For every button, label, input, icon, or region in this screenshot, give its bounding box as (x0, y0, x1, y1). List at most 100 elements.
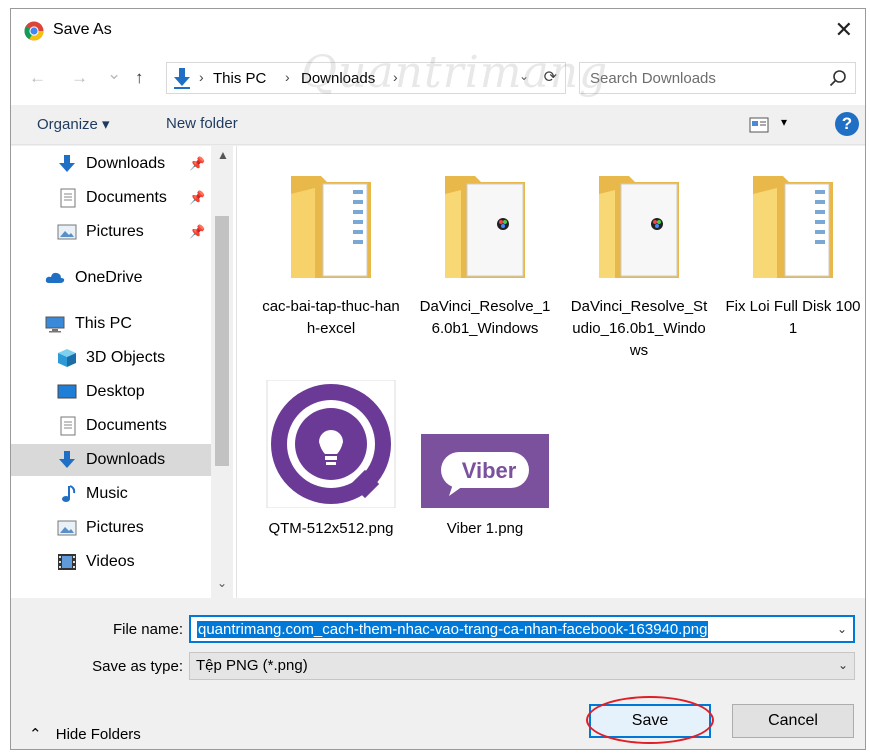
file-name-label: QTM-512x512.png (268, 520, 394, 537)
chevron-down-icon[interactable]: ⌄ (838, 658, 848, 672)
save-as-type-value: Tệp PNG (*.png) (196, 657, 308, 674)
sidebar-item-documents-quick[interactable]: Documents 📌 (11, 182, 211, 214)
sidebar-item-label: Documents (86, 417, 167, 434)
forward-arrow-icon[interactable]: → (71, 68, 88, 88)
breadcrumb-separator: › (285, 69, 290, 85)
pin-icon: 📌 (189, 156, 206, 171)
sidebar-item-videos[interactable]: Videos (11, 546, 211, 578)
sidebar-item-music[interactable]: Music (11, 478, 211, 510)
sidebar-item-documents[interactable]: Documents (11, 410, 211, 442)
close-icon[interactable]: ✕ (835, 19, 853, 41)
save-as-type-label: Save as type: (92, 658, 183, 675)
file-name-label: File name: (112, 621, 183, 638)
file-name-value: quantrimang.com_cach-them-nhac-vao-trang… (197, 621, 709, 638)
pin-icon: 📌 (189, 224, 206, 239)
search-box[interactable]: Search Downloads (579, 62, 856, 94)
download-arrow-icon (174, 68, 190, 89)
window-title: Save As (53, 21, 112, 38)
breadcrumb-separator: › (199, 69, 204, 85)
sidebar-item-downloads[interactable]: Downloads (11, 444, 211, 476)
recent-locations-icon[interactable]: ⌄ (107, 64, 121, 84)
file-item-folder[interactable]: Fix Loi Full Disk 100 1 (723, 166, 863, 340)
sidebar-item-label: Pictures (86, 519, 144, 536)
sidebar-item-pictures-quick[interactable]: Pictures 📌 (11, 216, 211, 248)
cube-icon (58, 349, 76, 367)
cancel-button[interactable]: Cancel (732, 704, 854, 738)
sidebar-item-label: Documents (86, 189, 167, 206)
sidebar-item-label: Downloads (86, 451, 166, 468)
up-arrow-icon[interactable]: ↑ (135, 68, 144, 88)
sidebar-item-desktop[interactable]: Desktop (11, 376, 211, 408)
file-item-image[interactable]: Viber Viber 1.png (415, 380, 555, 540)
pictures-icon (57, 224, 77, 240)
search-placeholder: Search Downloads (590, 70, 716, 87)
sidebar-item-label: Music (86, 485, 128, 502)
file-list: cac-bai-tap-thuc-hanh-excel DaVinci_Reso… (237, 146, 865, 598)
organize-button[interactable]: Organize ▾ (37, 115, 110, 133)
document-icon (60, 188, 76, 208)
computer-icon (45, 316, 65, 333)
sidebar-item-pictures[interactable]: Pictures (11, 512, 211, 544)
file-item-folder[interactable]: DaVinci_Resolve_Studio_16.0b1_Windows (569, 166, 709, 362)
help-icon[interactable]: ? (835, 112, 859, 136)
scroll-down-icon[interactable]: ⌄ (217, 576, 227, 590)
download-arrow-icon (59, 155, 75, 172)
folder-icon (445, 176, 525, 278)
breadcrumb-this-pc[interactable]: This PC (213, 70, 266, 87)
folder-icon (753, 176, 833, 278)
scroll-thumb[interactable] (215, 216, 229, 466)
folder-icon (291, 176, 371, 278)
file-name-label: Fix Loi Full Disk 100 1 (725, 298, 861, 337)
highlight-ring (586, 696, 714, 744)
save-form: File name: quantrimang.com_cach-them-nha… (11, 598, 865, 749)
chevron-up-icon: ⌃ (29, 726, 42, 743)
viber-logo-text: Viber (462, 458, 517, 483)
sidebar-item-3d-objects[interactable]: 3D Objects (11, 342, 211, 374)
hide-folders-button[interactable]: ⌃ Hide Folders (29, 725, 141, 743)
cloud-icon (45, 272, 65, 283)
sidebar-item-label: This PC (75, 315, 132, 332)
watermark-text: Quantrimang (301, 47, 609, 98)
qtm-logo-thumbnail (266, 379, 396, 509)
view-options-icon[interactable] (749, 117, 769, 133)
save-as-type-select[interactable]: Tệp PNG (*.png) ⌄ (189, 652, 855, 680)
file-item-image[interactable]: QTM-512x512.png (261, 379, 401, 540)
pictures-icon (57, 520, 77, 536)
hide-folders-label: Hide Folders (55, 726, 141, 743)
file-item-folder[interactable]: DaVinci_Resolve_16.0b1_Windows (415, 166, 555, 340)
search-icon (829, 70, 846, 87)
file-name-label: cac-bai-tap-thuc-hanh-excel (262, 298, 400, 337)
scroll-up-icon[interactable]: ▲ (217, 148, 229, 162)
folder-icon (599, 176, 679, 278)
sidebar-item-label: OneDrive (75, 269, 143, 286)
sidebar-item-downloads-quick[interactable]: Downloads 📌 (11, 148, 211, 180)
file-name-label: Viber 1.png (446, 520, 524, 537)
sidebar-item-onedrive[interactable]: OneDrive (11, 262, 211, 294)
file-item-folder[interactable]: cac-bai-tap-thuc-hanh-excel (261, 166, 401, 340)
file-name-label: DaVinci_Resolve_Studio_16.0b1_Windows (570, 298, 708, 359)
chrome-icon (24, 21, 44, 41)
back-arrow-icon[interactable]: ← (29, 68, 46, 88)
file-name-input[interactable]: quantrimang.com_cach-them-nhac-vao-trang… (189, 615, 855, 643)
pin-icon: 📌 (189, 190, 206, 205)
view-dropdown-icon[interactable]: ▾ (781, 115, 787, 129)
viber-logo-thumbnail: Viber (421, 434, 549, 508)
save-as-dialog: Save As ✕ ← → ⌄ ↑ › This PC › Downloads … (10, 8, 866, 750)
file-name-label: DaVinci_Resolve_16.0b1_Windows (419, 298, 551, 337)
sidebar-item-label: Videos (86, 553, 135, 570)
navigation-pane: Downloads 📌 Documents 📌 Pictures 📌 OneDr… (11, 146, 237, 598)
sidebar-item-label: Desktop (86, 383, 145, 400)
new-folder-button[interactable]: New folder (166, 115, 238, 132)
document-icon (60, 416, 76, 436)
sidebar-item-this-pc[interactable]: This PC (11, 308, 211, 340)
chevron-down-icon[interactable]: ⌄ (837, 622, 847, 636)
desktop-icon (57, 384, 77, 399)
sidebar-item-label: 3D Objects (86, 349, 166, 366)
film-icon (58, 554, 76, 570)
sidebar-item-label: Downloads (86, 155, 166, 172)
sidebar-item-label: Pictures (86, 223, 144, 240)
command-bar: Organize ▾ New folder ▾ ? (11, 105, 865, 145)
music-note-icon (62, 485, 76, 502)
sidebar-scrollbar[interactable]: ▲ ⌄ (211, 146, 233, 598)
download-arrow-icon (59, 451, 75, 468)
